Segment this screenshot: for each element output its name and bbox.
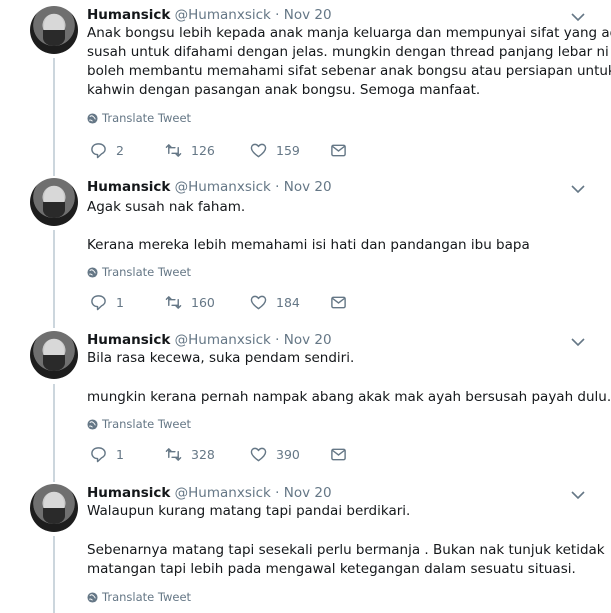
like-button[interactable]: 390 bbox=[250, 446, 300, 463]
tweet-text-line: boleh membantu memahami sifat sebenar an… bbox=[87, 63, 611, 79]
reply-icon bbox=[91, 143, 106, 159]
translate-tweet-link[interactable]: Translate Tweet bbox=[87, 590, 191, 604]
display-name[interactable]: Humansick bbox=[87, 332, 170, 348]
globe-icon bbox=[87, 266, 98, 278]
translate-tweet-link[interactable]: Translate Tweet bbox=[87, 111, 191, 125]
avatar[interactable] bbox=[30, 484, 78, 532]
chevron-down-icon[interactable] bbox=[571, 337, 585, 347]
direct-message-button[interactable] bbox=[330, 446, 347, 463]
like-button[interactable]: 159 bbox=[250, 142, 300, 159]
heart-icon bbox=[250, 295, 267, 310]
tweet[interactable]: Humansick @Humanxsick · Nov 20 Agak susa… bbox=[0, 178, 611, 318]
retweet-button[interactable]: 328 bbox=[165, 446, 215, 463]
avatar[interactable] bbox=[30, 331, 78, 379]
tweet-text-line: Walaupun kurang matang tapi pandai berdi… bbox=[87, 503, 411, 519]
tweet-header: Humansick @Humanxsick · Nov 20 bbox=[87, 485, 332, 501]
reply-button[interactable]: 2 bbox=[90, 142, 124, 159]
like-count: 184 bbox=[276, 295, 300, 310]
reply-count: 1 bbox=[116, 447, 124, 462]
reply-count: 2 bbox=[116, 143, 124, 158]
separator-dot: · bbox=[275, 7, 280, 23]
tweet-text-line: kahwin dengan pasangan anak bongsu. Semo… bbox=[87, 82, 481, 98]
translate-label: Translate Tweet bbox=[102, 590, 192, 604]
separator-dot: · bbox=[275, 332, 280, 348]
tweet-header: Humansick @Humanxsick · Nov 20 bbox=[87, 332, 332, 348]
chevron-down-icon[interactable] bbox=[571, 490, 585, 500]
tweet-date[interactable]: Nov 20 bbox=[284, 7, 332, 23]
retweet-count: 126 bbox=[191, 143, 215, 158]
tweet-text-line: Anak bongsu lebih kepada anak manja kelu… bbox=[87, 25, 611, 41]
separator-dot: · bbox=[275, 179, 280, 195]
display-name[interactable]: Humansick bbox=[87, 179, 170, 195]
tweet-header: Humansick @Humanxsick · Nov 20 bbox=[87, 179, 332, 195]
tweet-text-line: matangan tapi lebih pada mengawal ketega… bbox=[87, 561, 576, 577]
retweet-icon bbox=[165, 296, 182, 309]
avatar[interactable] bbox=[30, 6, 78, 54]
tweet[interactable]: Humansick @Humanxsick · Nov 20 Anak bong… bbox=[0, 6, 611, 166]
display-name[interactable]: Humansick bbox=[87, 485, 170, 501]
separator-dot: · bbox=[275, 485, 280, 501]
tweet[interactable]: Humansick @Humanxsick · Nov 20 Bila rasa… bbox=[0, 331, 611, 471]
reply-icon bbox=[91, 447, 106, 463]
chevron-down-icon[interactable] bbox=[571, 12, 585, 22]
like-count: 390 bbox=[276, 447, 300, 462]
retweet-icon bbox=[165, 448, 182, 461]
heart-icon bbox=[250, 143, 267, 158]
reply-count: 1 bbox=[116, 295, 124, 310]
reply-button[interactable]: 1 bbox=[90, 446, 124, 463]
tweet-date[interactable]: Nov 20 bbox=[284, 332, 332, 348]
tweet-header: Humansick @Humanxsick · Nov 20 bbox=[87, 7, 332, 23]
retweet-count: 328 bbox=[191, 447, 215, 462]
tweet-text-line: Kerana mereka lebih memahami isi hati da… bbox=[87, 237, 530, 253]
tweet-text-line: Agak susah nak faham. bbox=[87, 199, 246, 215]
tweet-text-line: susah untuk difahami dengan jelas. mungk… bbox=[87, 44, 609, 60]
heart-icon bbox=[250, 447, 267, 462]
envelope-icon bbox=[331, 144, 346, 157]
tweet-date[interactable]: Nov 20 bbox=[284, 485, 332, 501]
retweet-count: 160 bbox=[191, 295, 215, 310]
globe-icon bbox=[87, 591, 98, 603]
globe-icon bbox=[87, 112, 98, 124]
retweet-button[interactable]: 126 bbox=[165, 142, 215, 159]
direct-message-button[interactable] bbox=[330, 294, 347, 311]
user-handle[interactable]: @Humanxsick bbox=[175, 332, 271, 348]
retweet-button[interactable]: 160 bbox=[165, 294, 215, 311]
retweet-icon bbox=[165, 144, 182, 157]
user-handle[interactable]: @Humanxsick bbox=[175, 485, 271, 501]
tweet[interactable]: Humansick @Humanxsick · Nov 20 Walaupun … bbox=[0, 484, 611, 613]
tweet-text-line: mungkin kerana pernah nampak abang akak … bbox=[87, 389, 611, 405]
tweet-text-line: Sebenarnya matang tapi sesekali perlu be… bbox=[87, 542, 605, 558]
reply-icon bbox=[91, 295, 106, 311]
translate-tweet-link[interactable]: Translate Tweet bbox=[87, 265, 191, 279]
reply-button[interactable]: 1 bbox=[90, 294, 124, 311]
chevron-down-icon[interactable] bbox=[571, 184, 585, 194]
like-button[interactable]: 184 bbox=[250, 294, 300, 311]
envelope-icon bbox=[331, 296, 346, 309]
user-handle[interactable]: @Humanxsick bbox=[175, 7, 271, 23]
globe-icon bbox=[87, 418, 98, 430]
tweet-text-line: Bila rasa kecewa, suka pendam sendiri. bbox=[87, 350, 355, 366]
display-name[interactable]: Humansick bbox=[87, 7, 170, 23]
translate-label: Translate Tweet bbox=[102, 417, 192, 431]
translate-label: Translate Tweet bbox=[102, 111, 192, 125]
tweet-date[interactable]: Nov 20 bbox=[284, 179, 332, 195]
translate-tweet-link[interactable]: Translate Tweet bbox=[87, 417, 191, 431]
translate-label: Translate Tweet bbox=[102, 265, 192, 279]
like-count: 159 bbox=[276, 143, 300, 158]
user-handle[interactable]: @Humanxsick bbox=[175, 179, 271, 195]
direct-message-button[interactable] bbox=[330, 142, 347, 159]
envelope-icon bbox=[331, 448, 346, 461]
avatar[interactable] bbox=[30, 178, 78, 226]
